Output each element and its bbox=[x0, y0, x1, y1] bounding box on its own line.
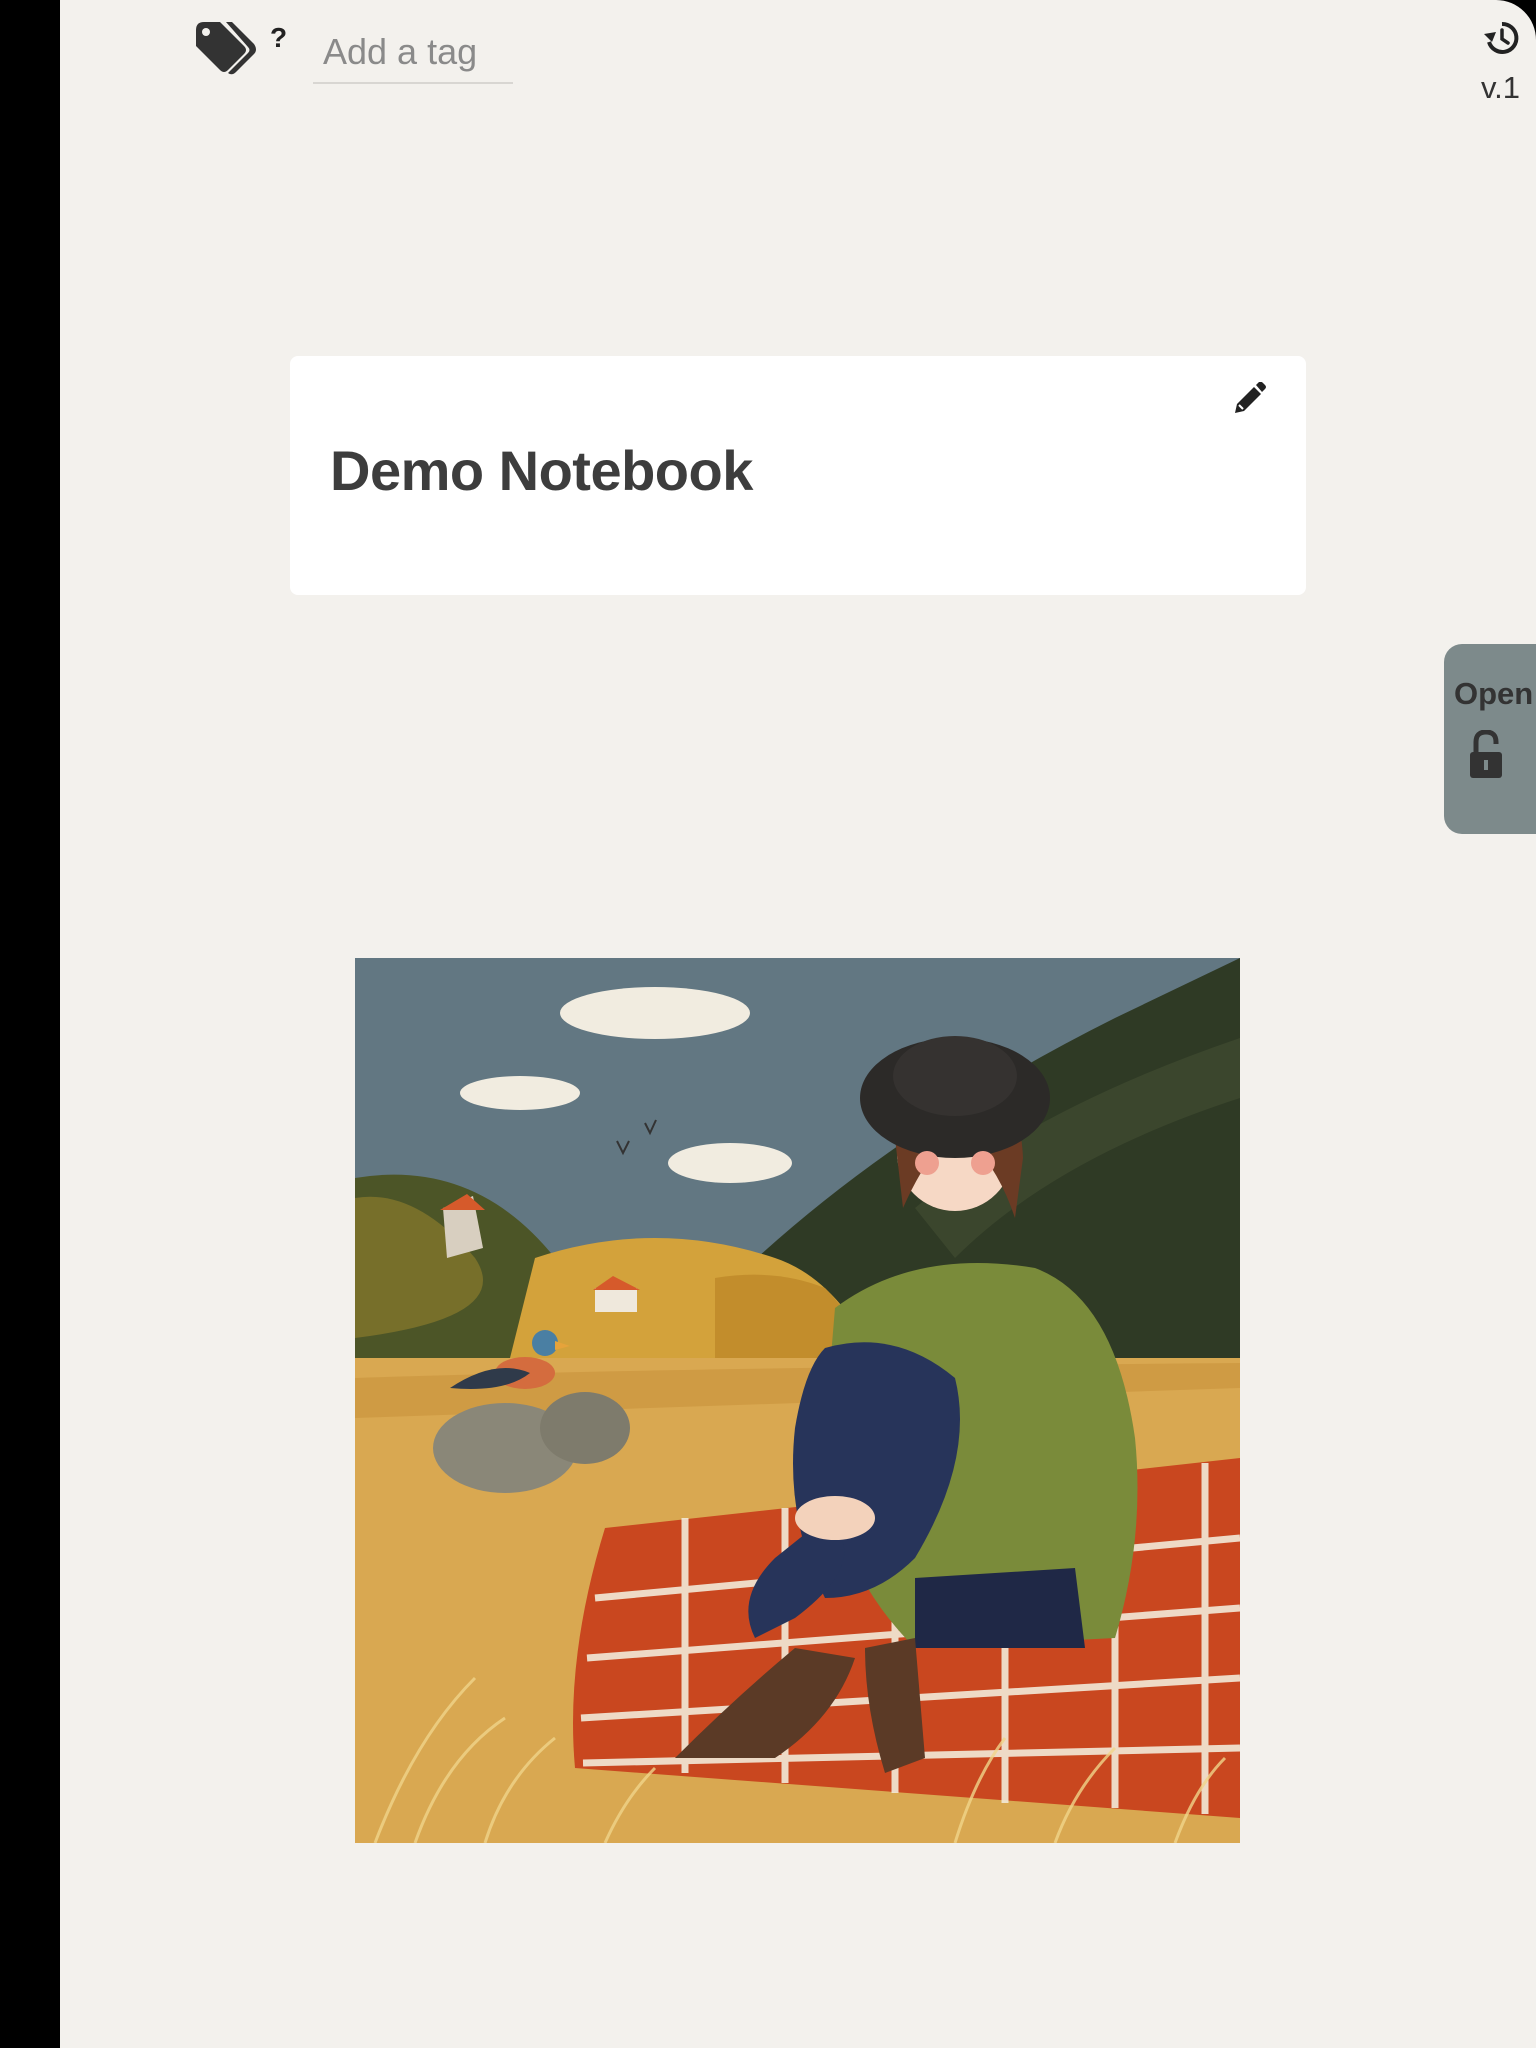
lock-toggle-tab[interactable]: Open bbox=[1444, 644, 1536, 834]
tags-icon bbox=[192, 22, 264, 82]
notebook-title: Demo Notebook bbox=[330, 439, 753, 502]
notebook-illustration bbox=[355, 958, 1240, 1843]
notebook-page: ? v.1 Demo Notebook Open bbox=[60, 0, 1536, 2048]
add-tag-input[interactable] bbox=[313, 22, 513, 84]
version-label[interactable]: v.1 bbox=[1481, 70, 1520, 106]
tag-help-icon[interactable]: ? bbox=[270, 22, 287, 54]
unlock-icon bbox=[1466, 729, 1510, 782]
notebook-title-card: Demo Notebook bbox=[290, 356, 1306, 595]
lock-status-label: Open bbox=[1454, 676, 1534, 711]
pencil-icon[interactable] bbox=[1232, 381, 1266, 416]
history-icon[interactable] bbox=[1484, 20, 1520, 56]
